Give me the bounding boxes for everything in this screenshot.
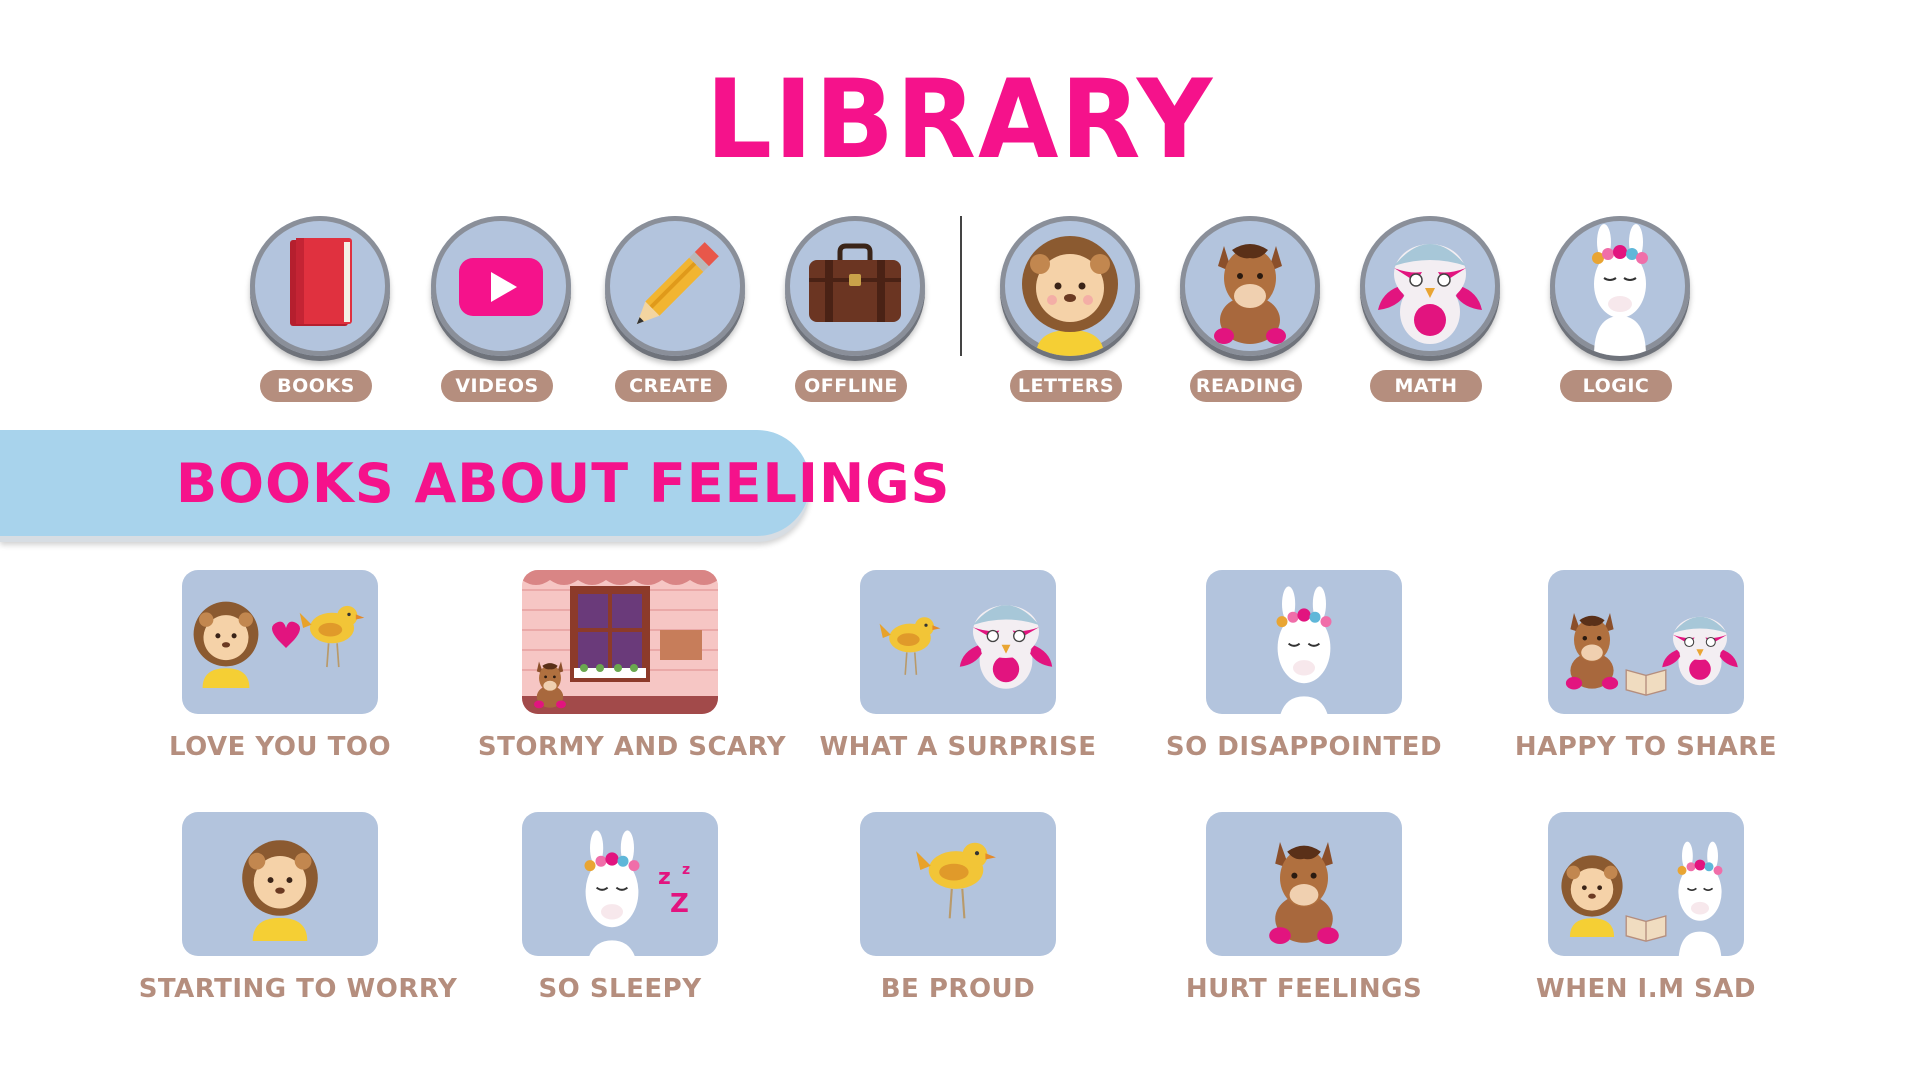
nav-reading-label: READING bbox=[1190, 370, 1302, 402]
book-icon bbox=[290, 238, 352, 326]
book-title: WHEN I.M SAD bbox=[1536, 974, 1756, 1004]
book-item[interactable]: WHAT A SURPRISE bbox=[788, 570, 1128, 790]
nav-create[interactable]: CREATE bbox=[600, 216, 750, 406]
nav-logic[interactable]: LOGIC bbox=[1545, 216, 1695, 406]
svg-text:z: z bbox=[658, 865, 671, 890]
book-item[interactable]: HURT FEELINGS bbox=[1134, 812, 1474, 1032]
book-item[interactable]: STORMY AND SCARY bbox=[462, 570, 802, 790]
book-title: BE PROUD bbox=[880, 974, 1036, 1004]
nav-math-label: MATH bbox=[1370, 370, 1482, 402]
book-title: LOVE YOU TOO bbox=[168, 732, 392, 762]
nav-logic-label: LOGIC bbox=[1560, 370, 1672, 402]
book-cover[interactable] bbox=[860, 570, 1056, 714]
book-item[interactable]: LOVE YOU TOO bbox=[110, 570, 450, 790]
nav-divider bbox=[960, 216, 962, 356]
suitcase-icon bbox=[809, 243, 901, 322]
book-cover[interactable] bbox=[1548, 812, 1744, 956]
lion-heart-bird-illustration bbox=[193, 601, 366, 688]
svg-text:Z: Z bbox=[670, 889, 689, 919]
nav-letters-button[interactable] bbox=[1000, 216, 1140, 356]
book-title: SO SLEEPY bbox=[538, 974, 702, 1004]
nav-create-button[interactable] bbox=[605, 216, 745, 356]
nav-offline[interactable]: OFFLINE bbox=[780, 216, 930, 406]
lion-icon bbox=[1022, 236, 1118, 356]
horse-icon bbox=[1214, 244, 1286, 344]
book-title: STORMY AND SCARY bbox=[477, 732, 787, 762]
nav-reading[interactable]: READING bbox=[1175, 216, 1325, 406]
book-item[interactable]: z Z z SO SLEEPY bbox=[450, 812, 790, 1032]
page-title: LIBRARY bbox=[705, 54, 1215, 184]
bird-illustration bbox=[915, 841, 997, 920]
book-cover[interactable] bbox=[182, 812, 378, 956]
section-banner: BOOKS ABOUT FEELINGS bbox=[0, 430, 949, 536]
lion-book-llama-illustration bbox=[1561, 840, 1724, 956]
nav-videos-button[interactable] bbox=[431, 216, 571, 356]
svg-text:z: z bbox=[682, 862, 690, 878]
book-title: HAPPY TO SHARE bbox=[1514, 732, 1778, 762]
book-cover[interactable]: z Z z bbox=[522, 812, 718, 956]
llama-icon bbox=[1592, 224, 1648, 356]
video-play-icon bbox=[459, 258, 543, 316]
bird-owl-illustration bbox=[878, 604, 1053, 690]
lion-illustration bbox=[242, 840, 318, 941]
llama-sleepy-illustration: z Z z bbox=[583, 829, 690, 956]
horse-illustration bbox=[1269, 842, 1339, 944]
book-cover[interactable] bbox=[1206, 812, 1402, 956]
book-title: WHAT A SURPRISE bbox=[819, 732, 1097, 762]
nav-books-button[interactable] bbox=[250, 216, 390, 356]
book-cover[interactable] bbox=[182, 570, 378, 714]
nav-math[interactable]: MATH bbox=[1355, 216, 1505, 406]
book-item[interactable]: BE PROUD bbox=[788, 812, 1128, 1032]
book-cover[interactable] bbox=[1206, 570, 1402, 714]
nav-books-label: BOOKS bbox=[260, 370, 372, 402]
horse-window-illustration bbox=[522, 570, 718, 714]
book-item[interactable]: HAPPY TO SHARE bbox=[1476, 570, 1816, 790]
nav-books[interactable]: BOOKS bbox=[245, 216, 395, 406]
nav-reading-button[interactable] bbox=[1180, 216, 1320, 356]
section-title: BOOKS ABOUT FEELINGS bbox=[176, 452, 951, 515]
nav-math-button[interactable] bbox=[1360, 216, 1500, 356]
nav-letters-label: LETTERS bbox=[1010, 370, 1122, 402]
book-cover[interactable] bbox=[1548, 570, 1744, 714]
book-title: HURT FEELINGS bbox=[1185, 974, 1423, 1004]
book-cover[interactable] bbox=[860, 812, 1056, 956]
book-cover[interactable] bbox=[522, 570, 718, 714]
nav-videos[interactable]: VIDEOS bbox=[426, 216, 576, 406]
book-title: STARTING TO WORRY bbox=[138, 974, 458, 1004]
horse-book-owl-illustration bbox=[1565, 613, 1739, 696]
owl-icon bbox=[1378, 244, 1482, 344]
llama-illustration bbox=[1275, 585, 1333, 714]
book-item[interactable]: WHEN I.M SAD bbox=[1476, 812, 1816, 1032]
pencil-icon bbox=[636, 242, 719, 325]
book-item[interactable]: SO DISAPPOINTED bbox=[1134, 570, 1474, 790]
book-item[interactable]: STARTING TO WORRY bbox=[128, 812, 468, 1032]
nav-letters[interactable]: LETTERS bbox=[995, 216, 1145, 406]
nav-logic-button[interactable] bbox=[1550, 216, 1690, 356]
book-title: SO DISAPPOINTED bbox=[1165, 732, 1443, 762]
nav-videos-label: VIDEOS bbox=[441, 370, 553, 402]
nav-offline-button[interactable] bbox=[785, 216, 925, 356]
nav-create-label: CREATE bbox=[615, 370, 727, 402]
nav-offline-label: OFFLINE bbox=[795, 370, 907, 402]
